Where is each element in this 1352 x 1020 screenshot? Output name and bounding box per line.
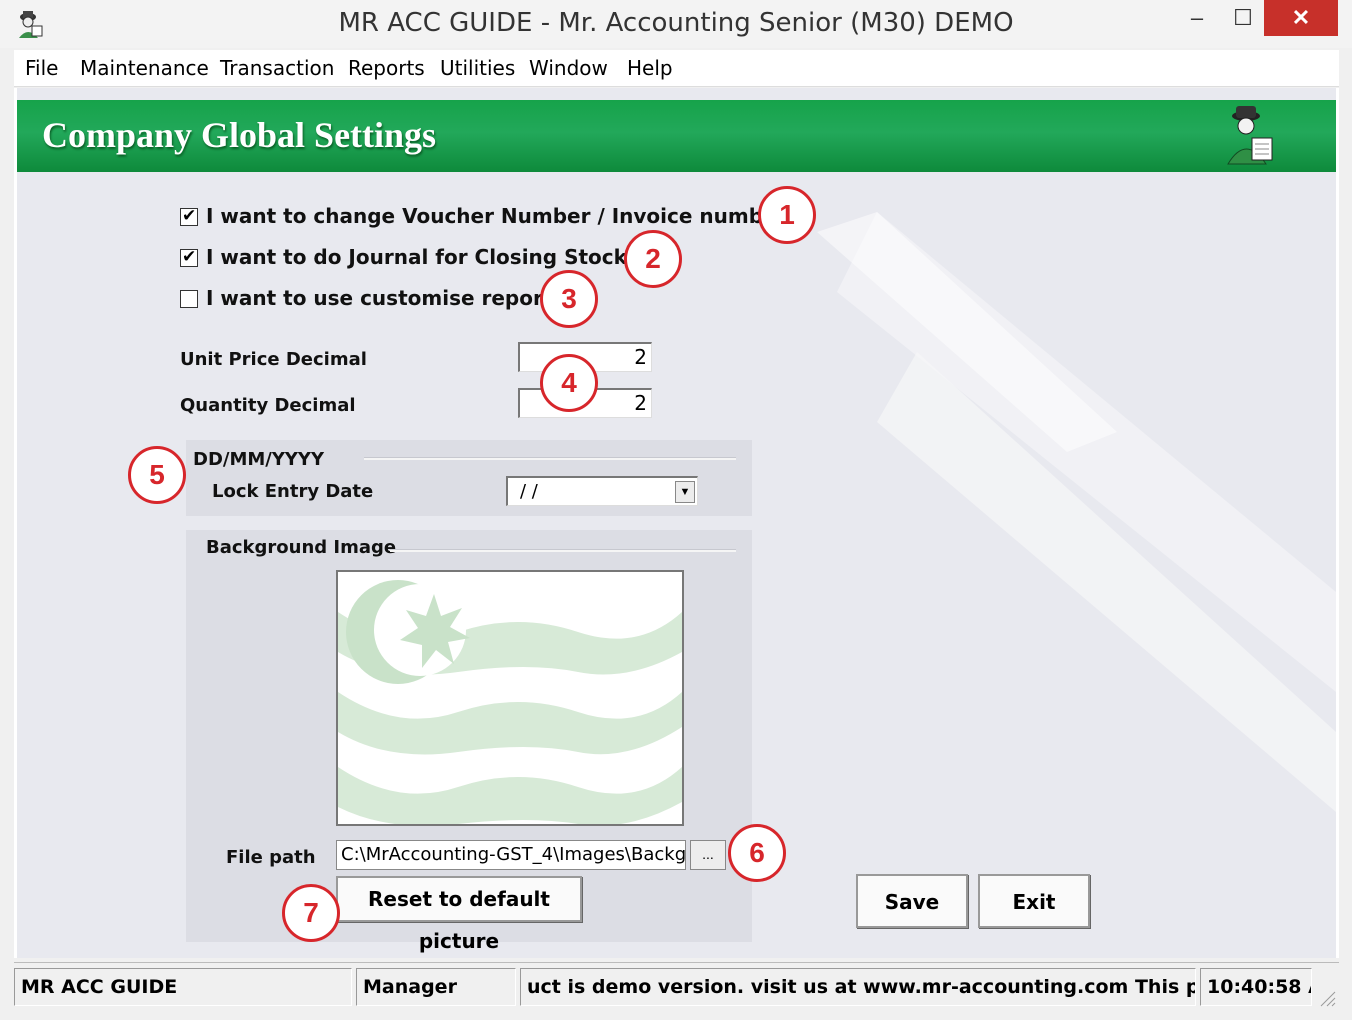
lock-entry-date-label: Lock Entry Date <box>212 481 374 502</box>
status-user: Manager <box>356 968 516 1006</box>
checkmark-icon: ✔ <box>182 206 197 225</box>
save-button[interactable]: Save <box>856 874 968 928</box>
exit-button[interactable]: Exit <box>978 874 1090 928</box>
accountant-logo-icon <box>1227 106 1273 165</box>
maximize-button[interactable]: ☐ <box>1220 0 1266 36</box>
change-voucher-label: I want to change Voucher Number / Invoic… <box>206 204 787 228</box>
menu-maintenance[interactable]: Maintenance <box>80 56 209 80</box>
lock-entry-date-value: / / <box>520 481 538 502</box>
status-time: 10:40:58 AM <box>1200 968 1312 1006</box>
menu-bar: File Maintenance Transaction Reports Uti… <box>14 50 1339 87</box>
menu-utilities[interactable]: Utilities <box>440 56 515 80</box>
callout-6: 6 <box>728 824 786 882</box>
quantity-decimal-label: Quantity Decimal <box>180 395 356 416</box>
menu-window[interactable]: Window <box>529 56 608 80</box>
reset-default-picture-button[interactable]: Reset to default picture <box>336 876 582 953</box>
callout-1: 1 <box>758 186 816 244</box>
callout-7: 7 <box>282 884 340 942</box>
unit-price-decimal-label: Unit Price Decimal <box>180 349 367 370</box>
customise-report-checkbox[interactable] <box>180 290 198 308</box>
journal-closing-stock-label: I want to do Journal for Closing Stock <box>206 245 627 269</box>
background-image-preview <box>336 570 684 826</box>
menu-reports[interactable]: Reports <box>348 56 425 80</box>
minimize-button[interactable]: ‒ <box>1174 0 1220 36</box>
group-separator <box>364 457 736 460</box>
date-format-label: DD/MM/YYYY <box>193 449 324 470</box>
menu-file[interactable]: File <box>25 56 58 80</box>
checkmark-icon: ✔ <box>182 247 197 266</box>
page-title: Company Global Settings <box>42 115 437 155</box>
status-app: MR ACC GUIDE <box>14 968 352 1006</box>
group-separator <box>390 549 736 552</box>
callout-5: 5 <box>128 446 186 504</box>
callout-2: 2 <box>624 230 682 288</box>
status-message: uct is demo version. visit us at www.mr-… <box>520 968 1196 1006</box>
callout-4: 4 <box>540 354 598 412</box>
file-path-label: File path <box>226 847 316 868</box>
resize-grip-icon[interactable] <box>1318 989 1336 1007</box>
customise-report-label: I want to use customise report <box>206 286 553 310</box>
lock-entry-date-picker[interactable]: / / ▼ <box>506 476 698 506</box>
file-path-input[interactable]: C:\MrAccounting-GST_4\Images\Backgro <box>336 840 686 870</box>
journal-closing-stock-checkbox[interactable]: ✔ <box>180 247 198 267</box>
change-voucher-checkbox[interactable]: ✔ <box>180 206 198 226</box>
status-bar: MR ACC GUIDE Manager uct is demo version… <box>14 962 1339 1011</box>
chevron-down-icon[interactable]: ▼ <box>675 481 695 503</box>
menu-help[interactable]: Help <box>627 56 673 80</box>
window-title: MR ACC GUIDE - Mr. Accounting Senior (M3… <box>338 8 1014 38</box>
background-image-title: Background Image <box>206 537 397 558</box>
callout-3: 3 <box>540 270 598 328</box>
close-button[interactable]: ✕ <box>1264 0 1338 36</box>
browse-button[interactable]: ... <box>690 840 726 870</box>
menu-transaction[interactable]: Transaction <box>220 56 334 80</box>
